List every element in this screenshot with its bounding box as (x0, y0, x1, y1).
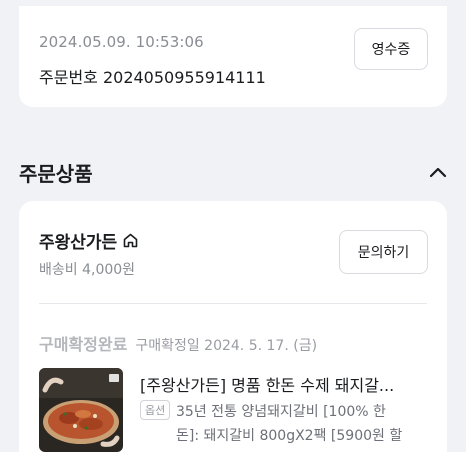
product-thumbnail[interactable] (39, 368, 123, 452)
section-title: 주문상품 (19, 162, 93, 186)
divider (39, 303, 427, 304)
order-number: 주문번호 2024050955914111 (39, 68, 266, 87)
confirm-date: 구매확정일 2024. 5. 17. (금) (135, 338, 318, 354)
order-item-card: 주왕산가든 배송비 4,000원 문의하기 구매확정완료 구매확정일 2024.… (19, 201, 447, 452)
option-text: 35년 전통 양념돼지갈비 [100% 한 돈]: 돼지갈비 800gX2팩 [… (176, 400, 434, 448)
order-datetime: 2024.05.09. 10:53:06 (39, 33, 204, 51)
purchase-status-row: 구매확정완료 구매확정일 2024. 5. 17. (금) (39, 331, 317, 355)
store-name-label: 주왕산가든 (39, 233, 118, 253)
option-badge: 옵션 (140, 400, 171, 420)
chevron-up-icon (429, 167, 447, 178)
store-name[interactable]: 주왕산가든 (39, 228, 139, 253)
inquiry-button[interactable]: 문의하기 (339, 230, 428, 274)
shipping-fee: 배송비 4,000원 (39, 262, 136, 278)
option-line-2: 돈]: 돼지갈비 800gX2팩 [5900원 할 (176, 428, 403, 444)
order-info-card: 2024.05.09. 10:53:06 주문번호 20240509559141… (19, 6, 447, 107)
receipt-button[interactable]: 영수증 (354, 28, 428, 70)
collapse-button[interactable] (425, 160, 451, 184)
product-title[interactable]: [주왕산가든] 명품 한돈 수제 돼지갈... (140, 372, 430, 396)
purchase-status: 구매확정완료 (39, 335, 128, 354)
option-line-1: 35년 전통 양념돼지갈비 [100% 한 (176, 404, 386, 420)
home-icon[interactable] (122, 232, 139, 249)
